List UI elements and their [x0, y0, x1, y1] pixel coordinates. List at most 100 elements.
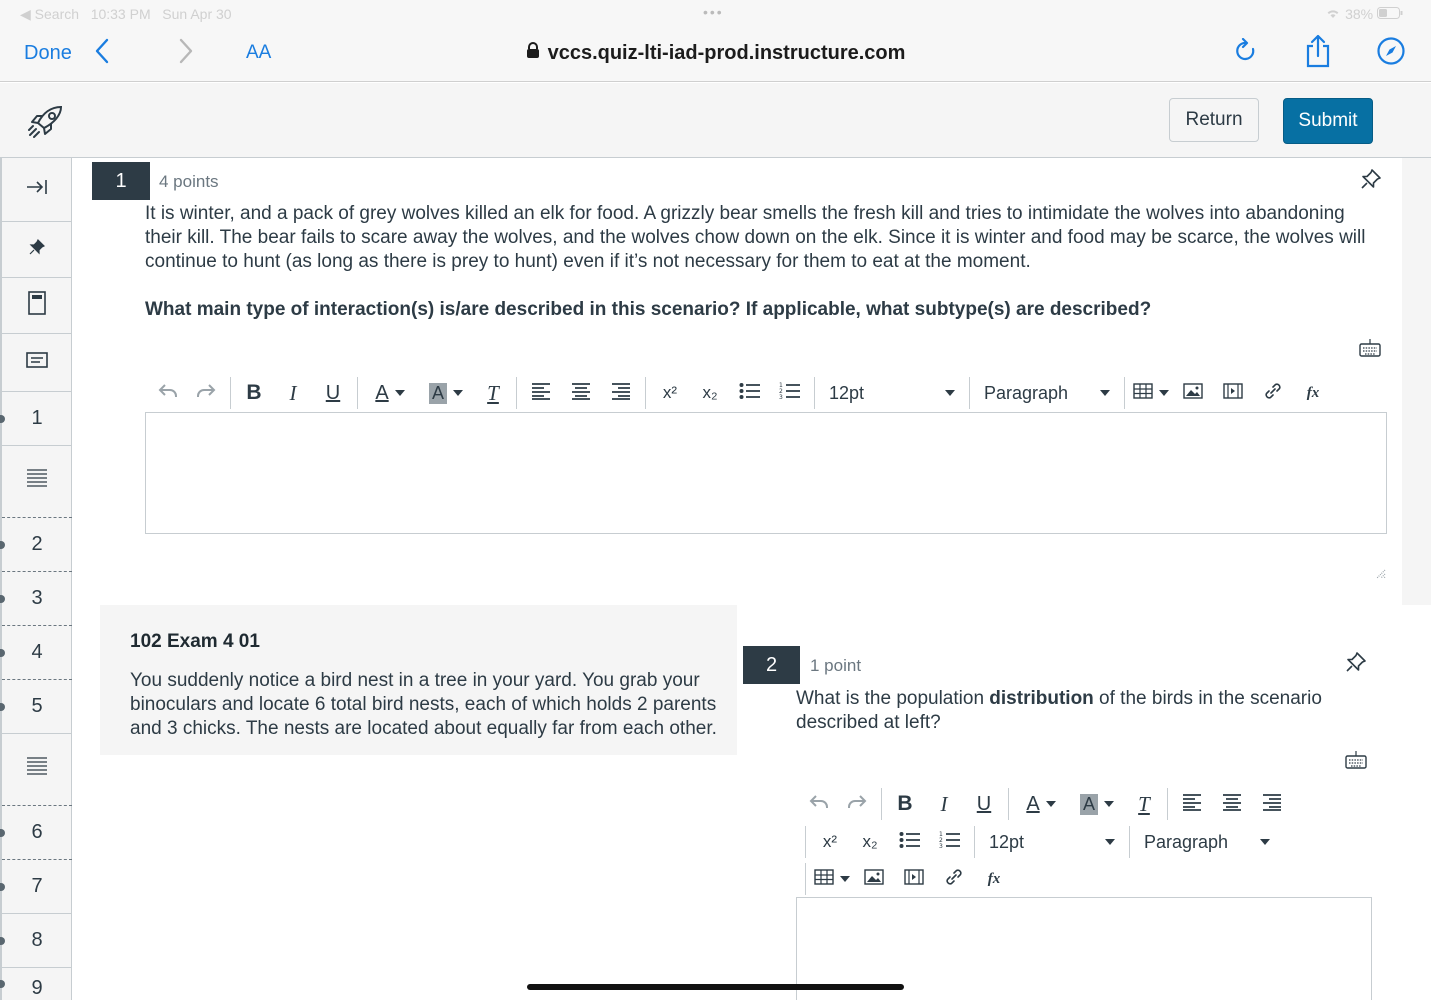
align-center-button[interactable] [1212, 786, 1252, 822]
submit-button[interactable]: Submit [1283, 98, 1373, 144]
multitask-dots[interactable]: ••• [703, 4, 724, 20]
table-button[interactable] [1129, 375, 1173, 411]
done-button[interactable]: Done [24, 26, 72, 80]
underline-button[interactable]: U [313, 375, 353, 411]
text-color-button[interactable]: A [362, 375, 418, 411]
font-size-select[interactable]: 12pt [819, 375, 965, 411]
insert-media-button[interactable] [1213, 375, 1253, 411]
toolbar-separator [357, 377, 358, 409]
rail-number: 1 [31, 407, 43, 429]
insert-link-button[interactable] [1253, 375, 1293, 411]
clear-formatting-button[interactable]: T [474, 375, 512, 411]
back-to-app[interactable]: ◀ Search [20, 6, 79, 22]
forward-button[interactable] [178, 26, 194, 80]
bullet-list-button[interactable] [890, 824, 930, 860]
resize-handle-icon[interactable] [1374, 566, 1386, 584]
toolbar-separator [974, 826, 975, 858]
align-left-button[interactable] [1172, 786, 1212, 822]
align-center-button[interactable] [561, 375, 601, 411]
lock-icon [526, 41, 540, 65]
rail-question-3[interactable]: 3 [0, 572, 72, 626]
table-icon [814, 868, 834, 890]
superscript-button[interactable]: x² [650, 375, 690, 411]
redo-button[interactable] [837, 786, 877, 822]
subscript-button[interactable]: x₂ [690, 375, 730, 411]
rocket-icon [27, 105, 65, 144]
redo-button[interactable] [186, 375, 226, 411]
font-size-select[interactable]: 12pt [979, 824, 1125, 860]
bold-button[interactable]: B [235, 375, 273, 411]
block-format-select[interactable]: Paragraph [974, 375, 1120, 411]
keyboard-shortcuts-button[interactable] [1359, 338, 1381, 363]
rail-stimulus-1[interactable] [2, 446, 72, 518]
toolbar-separator [1124, 377, 1125, 409]
return-button[interactable]: Return [1169, 98, 1259, 142]
answered-dot [0, 980, 5, 988]
align-right-button[interactable] [601, 375, 641, 411]
underline-button[interactable]: U [964, 786, 1004, 822]
redo-icon [847, 794, 867, 815]
reload-button[interactable] [1234, 26, 1258, 80]
reader-text-size-button[interactable]: AA [246, 26, 271, 80]
rail-question-4[interactable]: 4 [0, 626, 72, 680]
clear-formatting-button[interactable]: T [1125, 786, 1163, 822]
text-lines-icon [26, 468, 48, 496]
italic-button[interactable]: I [924, 786, 964, 822]
rail-question-6[interactable]: 6 [0, 806, 72, 860]
math-formula-button[interactable]: fx [974, 861, 1014, 897]
numbered-list-button[interactable]: 123 [930, 824, 970, 860]
undo-button[interactable] [801, 786, 837, 822]
answered-dot [0, 594, 5, 603]
status-time: 10:33 PM [90, 6, 151, 22]
block-format-select[interactable]: Paragraph [1134, 824, 1280, 860]
media-icon [1223, 382, 1243, 404]
rail-question-2[interactable]: 2 [0, 518, 72, 572]
back-button[interactable] [94, 26, 110, 80]
pin-question-button[interactable] [1360, 168, 1382, 195]
numbered-list-button[interactable]: 123 [770, 375, 810, 411]
insert-image-button[interactable] [1173, 375, 1213, 411]
font-size-value: 12pt [829, 382, 865, 403]
collapse-rail-button[interactable] [2, 158, 72, 222]
share-button[interactable] [1304, 26, 1332, 80]
rail-question-8[interactable]: 8 [0, 914, 72, 968]
calculator-button[interactable] [2, 278, 72, 334]
background-color-button[interactable]: A [418, 375, 474, 411]
italic-button[interactable]: I [273, 375, 313, 411]
toolbar-separator [1129, 826, 1130, 858]
address-bar[interactable]: vccs.quiz-lti-iad-prod.instructure.com [0, 26, 1431, 80]
table-button[interactable] [810, 861, 854, 897]
align-left-button[interactable] [521, 375, 561, 411]
text-color-label: A [1026, 792, 1040, 815]
align-left-icon [1182, 793, 1202, 816]
bold-button[interactable]: B [886, 786, 924, 822]
keyboard-shortcuts-button[interactable] [1345, 750, 1367, 775]
rail-stimulus-2[interactable] [2, 734, 72, 806]
answer-editor-1[interactable] [145, 412, 1387, 534]
status-date: Sun Apr 30 [162, 6, 232, 22]
superscript-button[interactable]: x² [810, 824, 850, 860]
text-color-button[interactable]: A [1013, 786, 1069, 822]
chevron-down-icon [453, 390, 463, 396]
pinned-questions-button[interactable] [2, 222, 72, 278]
rail-question-5[interactable]: 5 [0, 680, 72, 734]
rail-question-7[interactable]: 7 [0, 860, 72, 914]
block-format-value: Paragraph [984, 382, 1069, 403]
rich-text-toolbar: B I U A A T x² x₂ 123 12pt Paragraph fx [150, 374, 1333, 412]
insert-image-button[interactable] [854, 861, 894, 897]
rail-question-9[interactable]: 9 [0, 968, 72, 1000]
background-color-button[interactable]: A [1069, 786, 1125, 822]
align-right-button[interactable] [1252, 786, 1292, 822]
notes-button[interactable] [2, 334, 72, 392]
rail-question-1[interactable]: 1 [0, 392, 72, 446]
insert-media-button[interactable] [894, 861, 934, 897]
undo-button[interactable] [150, 375, 186, 411]
pin-question-button[interactable] [1345, 651, 1367, 678]
subscript-button[interactable]: x₂ [850, 824, 890, 860]
math-formula-button[interactable]: fx [1293, 375, 1333, 411]
question-navigation-rail: 1 2 3 4 5 6 7 8 9 [0, 158, 72, 1000]
redo-icon [196, 383, 216, 404]
insert-link-button[interactable] [934, 861, 974, 897]
compass-button[interactable] [1376, 26, 1406, 80]
bullet-list-button[interactable] [730, 375, 770, 411]
